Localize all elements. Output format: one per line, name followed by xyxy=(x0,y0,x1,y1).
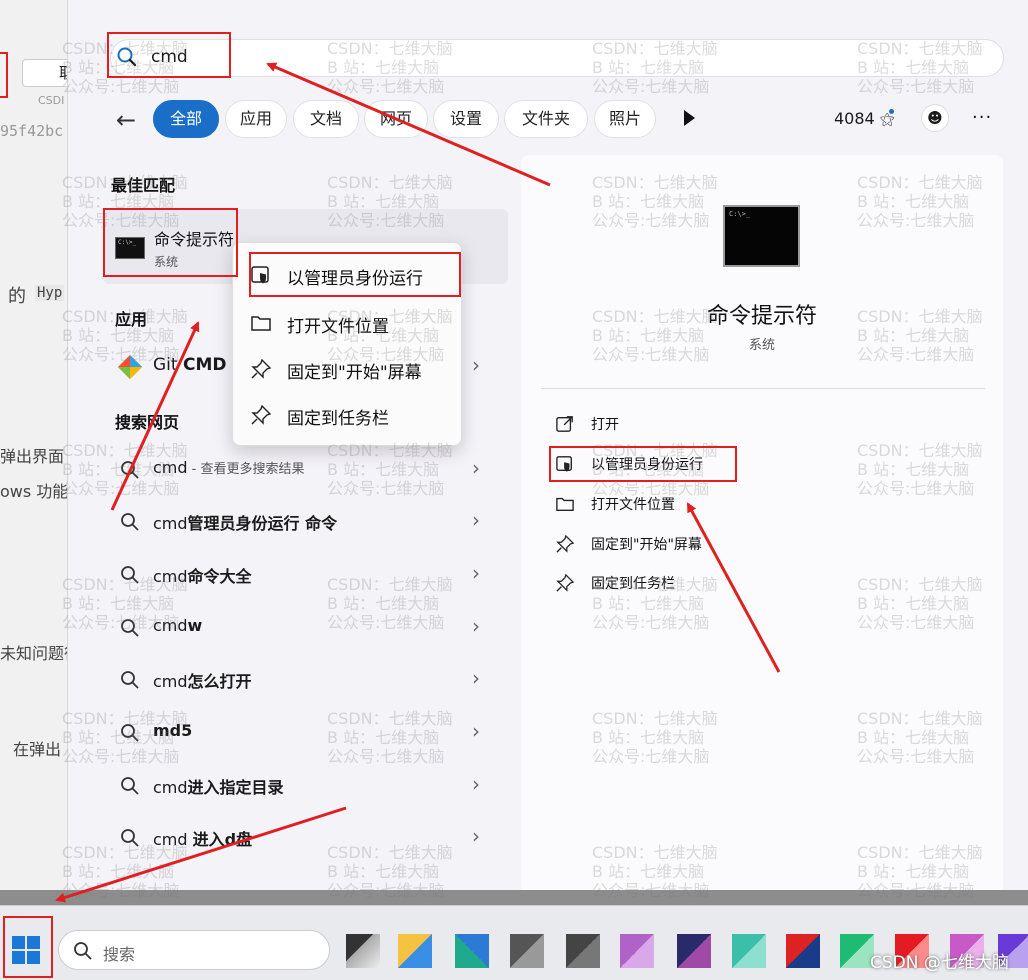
best-match-heading: 最佳匹配 xyxy=(111,176,176,195)
tab-folders[interactable]: 文件夹 xyxy=(504,100,588,138)
action-open[interactable]: 打开 xyxy=(553,408,973,440)
notification-dot xyxy=(889,109,894,114)
chevron-right-icon: › xyxy=(472,508,480,532)
chevron-right-icon: › xyxy=(472,666,480,690)
open-external-icon xyxy=(556,416,573,432)
back-arrow-icon[interactable]: ← xyxy=(116,106,136,134)
search-icon xyxy=(74,942,92,960)
taskbar-app-icon[interactable] xyxy=(510,934,544,968)
chevron-right-icon: › xyxy=(472,824,480,848)
action-open-file-location[interactable]: 打开文件位置 xyxy=(553,488,973,520)
search-query[interactable]: cmd xyxy=(151,47,188,67)
tab-photos[interactable]: 照片 xyxy=(594,100,656,138)
taskbar-app-icon[interactable] xyxy=(786,934,820,968)
chevron-right-icon: › xyxy=(472,719,480,743)
list-item[interactable]: cmd - 查看更多搜索结果 › xyxy=(110,447,500,491)
rewards-points[interactable]: 4084 ⚝ xyxy=(834,109,894,128)
search-icon xyxy=(121,566,139,584)
list-item[interactable]: cmd怎么打开 › xyxy=(110,657,500,701)
taskbar-shadow xyxy=(0,890,1028,905)
taskbar-app-icon[interactable] xyxy=(566,934,600,968)
list-item[interactable]: cmd管理员身份运行 命令 › xyxy=(110,499,500,543)
chevron-right-icon: › xyxy=(472,353,480,377)
search-icon xyxy=(121,671,139,689)
chevron-right-icon: › xyxy=(472,456,480,480)
annotation-box-left xyxy=(0,52,8,98)
pin-icon xyxy=(251,405,271,425)
admin-shield-icon xyxy=(556,456,572,472)
detail-title: 命令提示符 xyxy=(706,304,817,329)
menu-item-run-as-admin[interactable]: 以管理员身份运行 xyxy=(233,253,461,297)
git-icon xyxy=(118,355,142,379)
taskbar-app-icon[interactable] xyxy=(455,934,489,968)
chevron-right-icon: › xyxy=(472,561,480,585)
taskbar-app-icon[interactable] xyxy=(840,934,874,968)
avatar[interactable]: ☻ xyxy=(921,104,949,132)
taskbar-app-icon[interactable] xyxy=(346,934,380,968)
windows-start-icon[interactable] xyxy=(11,935,41,965)
taskbar-search-input[interactable]: 搜索 xyxy=(58,930,330,970)
divider xyxy=(541,388,985,389)
command-prompt-large-icon xyxy=(723,205,800,267)
search-icon xyxy=(121,619,139,637)
web-search-heading: 搜索网页 xyxy=(115,413,180,432)
list-item[interactable]: md5 › xyxy=(110,710,500,754)
admin-shield-icon xyxy=(251,266,269,284)
pin-icon xyxy=(556,574,574,592)
taskbar-app-icon[interactable] xyxy=(398,934,432,968)
search-icon xyxy=(117,47,137,67)
background-line: 在弹出 xyxy=(13,740,62,759)
tab-all[interactable]: 全部 xyxy=(153,100,219,138)
list-item[interactable]: cmd进入指定目录 › xyxy=(110,763,500,807)
folder-icon xyxy=(556,497,574,511)
command-prompt-icon xyxy=(115,237,145,259)
search-icon xyxy=(121,513,139,531)
best-match-subtitle: 系统 xyxy=(154,255,179,269)
menu-item-pin-to-start[interactable]: 固定到"开始"屏幕 xyxy=(233,347,461,391)
list-item[interactable]: cmd命令大全 › xyxy=(110,552,500,596)
pin-icon xyxy=(556,535,574,553)
taskbar-app-icon[interactable] xyxy=(732,934,766,968)
best-match-title: 命令提示符 xyxy=(154,230,235,249)
action-pin-to-taskbar[interactable]: 固定到任务栏 xyxy=(553,567,973,599)
search-icon xyxy=(121,724,139,742)
background-csdn-text: CSDI xyxy=(38,94,65,107)
csdn-watermark-corner: CSDN @七维大脑 xyxy=(870,953,1009,973)
search-icon xyxy=(121,461,139,479)
tab-documents[interactable]: 文档 xyxy=(293,100,359,138)
menu-item-pin-to-taskbar[interactable]: 固定到任务栏 xyxy=(233,393,461,437)
detail-subtitle: 系统 xyxy=(748,338,775,353)
pin-icon xyxy=(251,359,271,379)
list-item[interactable]: cmdw › xyxy=(110,605,500,649)
background-line: 弹出界面 xyxy=(0,447,65,466)
action-pin-to-start[interactable]: 固定到"开始"屏幕 xyxy=(553,528,973,560)
chevron-right-icon: › xyxy=(472,772,480,796)
tab-settings[interactable]: 设置 xyxy=(433,100,499,138)
tab-apps[interactable]: 应用 xyxy=(225,100,287,138)
taskbar-app-icon[interactable] xyxy=(620,934,654,968)
search-icon xyxy=(121,777,139,795)
search-input[interactable] xyxy=(110,39,1004,77)
background-hash: 95f42bc xyxy=(0,122,64,140)
background-line: ows 功能 xyxy=(0,482,69,501)
tab-web[interactable]: 网页 xyxy=(364,100,428,138)
taskbar-app-icon[interactable] xyxy=(677,934,711,968)
more-options-icon[interactable]: ··· xyxy=(972,107,992,128)
search-icon xyxy=(121,829,139,847)
list-item[interactable]: cmd 进入d盘 › xyxy=(110,815,500,859)
chevron-right-icon: › xyxy=(472,614,480,638)
more-filters-icon[interactable] xyxy=(684,110,695,126)
action-run-as-admin[interactable]: 以管理员身份运行 xyxy=(553,448,973,480)
